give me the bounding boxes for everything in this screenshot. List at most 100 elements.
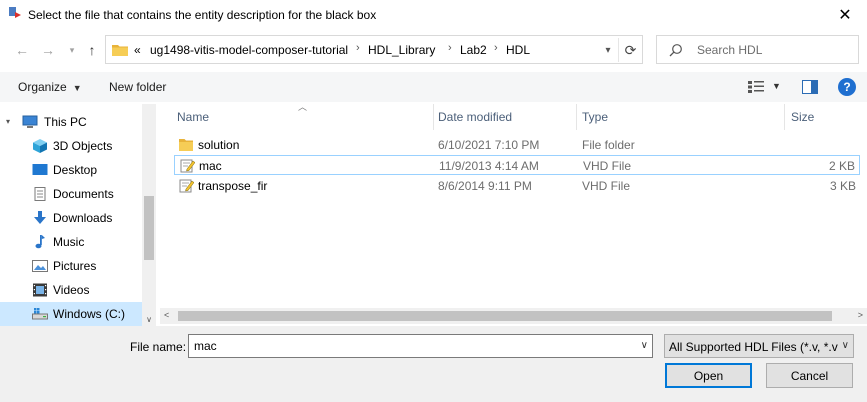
chevron-down-icon[interactable]: ∨ xyxy=(641,340,648,351)
chevron-left-icon[interactable]: < xyxy=(164,310,169,320)
breadcrumb-hdl-library[interactable]: HDL_Library xyxy=(368,43,435,57)
chevron-right-icon[interactable]: > xyxy=(858,310,863,320)
command-bar: Organize ▼ New folder ▼ ? xyxy=(0,72,867,102)
recent-locations-button[interactable]: ▾ xyxy=(62,40,82,60)
column-header-type[interactable]: Type xyxy=(582,104,608,130)
up-button[interactable]: ↑ xyxy=(82,40,102,60)
chevron-right-icon[interactable]: › xyxy=(494,42,498,54)
column-divider[interactable] xyxy=(576,104,577,130)
file-size: 2 KB xyxy=(828,159,855,173)
sidebar-item-this-pc[interactable]: ▾ This PC xyxy=(0,110,142,134)
file-name: solution xyxy=(198,138,240,152)
scrollbar-thumb[interactable] xyxy=(144,196,154,260)
download-icon xyxy=(34,211,46,224)
organize-button[interactable]: Organize ▼ xyxy=(18,80,82,94)
sidebar-item-3d-objects[interactable]: 3D Objects xyxy=(0,134,142,158)
scrollbar-thumb[interactable] xyxy=(178,311,832,321)
sidebar-item-label: Videos xyxy=(53,283,90,297)
sidebar-item-music[interactable]: Music xyxy=(0,230,142,254)
breadcrumb-overflow[interactable]: « xyxy=(134,43,141,57)
sidebar-item-desktop[interactable]: Desktop xyxy=(0,158,142,182)
breadcrumb-tutorial[interactable]: ug1498-vitis-model-composer-tutorial xyxy=(150,43,348,57)
preview-pane-icon[interactable] xyxy=(802,80,818,94)
video-icon xyxy=(33,283,47,297)
chevron-down-icon[interactable]: ∨ xyxy=(144,315,154,324)
refresh-icon[interactable]: ⟳ xyxy=(618,38,642,62)
sidebar-item-pictures[interactable]: Pictures xyxy=(0,254,142,278)
navigation-scrollbar[interactable]: ∨ xyxy=(142,104,156,326)
new-folder-button[interactable]: New folder xyxy=(109,80,166,94)
file-type-filter[interactable]: All Supported HDL Files (*.v, *.v ∨ xyxy=(664,334,854,358)
file-date: 8/6/2014 9:11 PM xyxy=(438,179,532,193)
document-icon xyxy=(34,187,46,201)
chevron-right-icon[interactable]: › xyxy=(448,42,452,54)
column-divider[interactable] xyxy=(784,104,785,130)
dialog-footer: File name: mac ∨ All Supported HDL Files… xyxy=(0,326,867,402)
column-header-date[interactable]: Date modified xyxy=(438,104,512,130)
chevron-down-icon[interactable]: ▾ xyxy=(6,117,10,126)
computer-icon xyxy=(22,115,38,128)
search-box[interactable]: Search HDL xyxy=(656,35,859,64)
file-name: mac xyxy=(199,159,222,173)
cube-icon xyxy=(33,139,47,153)
file-name-input[interactable]: mac ∨ xyxy=(188,334,653,358)
column-header-size[interactable]: Size xyxy=(791,104,814,130)
file-type-filter-value: All Supported HDL Files (*.v, *.v xyxy=(669,340,838,354)
folder-icon xyxy=(179,139,193,151)
sidebar-item-label: This PC xyxy=(44,115,87,129)
sidebar-item-label: Pictures xyxy=(53,259,97,273)
file-list-scrollbar[interactable]: < > xyxy=(160,308,867,324)
drive-icon xyxy=(32,308,48,320)
column-header-name[interactable]: Name xyxy=(177,104,209,130)
sidebar-item-label: Downloads xyxy=(53,211,113,225)
sidebar-item-label: Music xyxy=(53,235,85,249)
breadcrumb-hdl[interactable]: HDL xyxy=(506,43,530,57)
sidebar-item-label: 3D Objects xyxy=(53,139,113,153)
sidebar-item-videos[interactable]: Videos xyxy=(0,278,142,302)
view-options-icon[interactable] xyxy=(748,81,764,93)
table-row[interactable]: transpose_fir 8/6/2014 9:11 PM VHD File … xyxy=(174,176,860,196)
vhd-file-icon xyxy=(180,159,195,173)
open-button[interactable]: Open xyxy=(665,363,752,388)
title-bar: Select the file that contains the entity… xyxy=(0,0,867,32)
forward-button[interactable]: → xyxy=(38,40,58,60)
sidebar-item-label: Desktop xyxy=(53,163,98,177)
sidebar-item-documents[interactable]: Documents xyxy=(0,182,142,206)
search-icon xyxy=(669,44,682,57)
sidebar-item-downloads[interactable]: Downloads xyxy=(0,206,142,230)
help-icon[interactable]: ? xyxy=(838,78,856,96)
address-bar[interactable]: « ug1498-vitis-model-composer-tutorial ›… xyxy=(105,35,643,64)
file-name-label: File name: xyxy=(130,340,187,354)
music-icon xyxy=(35,235,45,249)
file-date: 11/9/2013 4:14 AM xyxy=(439,159,539,173)
cancel-button[interactable]: Cancel xyxy=(766,363,853,388)
sidebar-item-label: Windows (C:) xyxy=(53,307,126,321)
file-size: 3 KB xyxy=(829,179,856,193)
sidebar-item-windows-c[interactable]: Windows (C:) xyxy=(0,302,142,326)
close-button[interactable]: ✕ xyxy=(823,0,867,30)
sidebar-item-label: Documents xyxy=(53,187,114,201)
chevron-down-icon[interactable]: ▼ xyxy=(772,81,781,91)
breadcrumb-lab2[interactable]: Lab2 xyxy=(460,43,487,57)
search-input[interactable]: Search HDL xyxy=(697,43,762,57)
file-type: VHD File xyxy=(582,179,631,193)
table-row[interactable]: solution 6/10/2021 7:10 PM File folder xyxy=(174,135,860,155)
file-date: 6/10/2021 7:10 PM xyxy=(438,138,540,152)
organize-label: Organize xyxy=(18,80,67,94)
picture-icon xyxy=(32,260,48,272)
sort-ascending-icon: ︿ xyxy=(298,102,308,112)
column-divider[interactable] xyxy=(433,104,434,130)
navigation-pane: ▾ This PC 3D Objects Desktop Documents D… xyxy=(0,104,156,326)
address-dropdown-icon[interactable]: ▾ xyxy=(600,39,616,61)
window-title: Select the file that contains the entity… xyxy=(28,8,377,22)
table-row[interactable]: mac 11/9/2013 4:14 AM VHD File 2 KB xyxy=(174,155,860,175)
file-list: ︿ Name Date modified Type Size solution … xyxy=(160,102,867,326)
file-type: File folder xyxy=(582,138,635,152)
file-name-value: mac xyxy=(194,339,217,353)
navigation-bar: ← → ▾ ↑ « ug1498-vitis-model-composer-tu… xyxy=(0,32,867,68)
back-button[interactable]: ← xyxy=(12,40,32,60)
chevron-down-icon[interactable]: ∨ xyxy=(842,340,849,351)
chevron-right-icon[interactable]: › xyxy=(356,42,360,54)
folder-icon xyxy=(112,45,128,56)
file-type: VHD File xyxy=(583,159,632,173)
